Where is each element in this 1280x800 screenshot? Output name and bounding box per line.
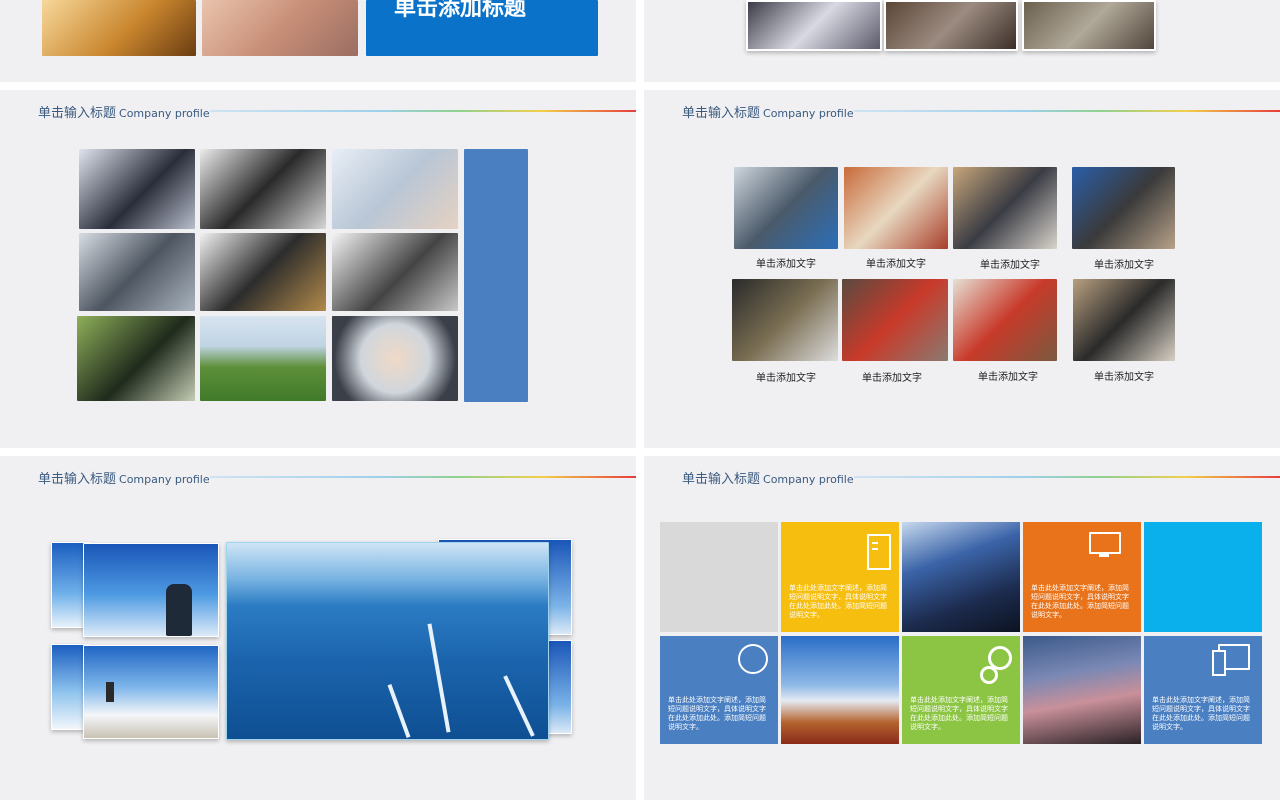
monitor-icon: [1089, 532, 1121, 554]
slide-title: 单击输入标题 Company profile: [38, 472, 210, 487]
shelf-photo-6: [842, 279, 948, 361]
caption-4: 单击添加文字: [1094, 260, 1154, 271]
slide-thumbnail-4[interactable]: 单击输入标题 Company profile 单击添加文字 单击添加文字 单击添加…: [644, 90, 1280, 448]
celebration-photo: [200, 233, 326, 311]
steel-blue-tile-2: 单击此处添加文字阐述，添加简短问题说明文字，具体说明文字在此处添加此处。添加简短…: [1144, 636, 1262, 744]
caption-8: 单击添加文字: [1094, 372, 1154, 383]
slide-title: 单击输入标题 Company profile: [682, 472, 854, 487]
monitor-stand-icon: [1099, 554, 1109, 557]
slide-title: 单击输入标题 Company profile: [682, 106, 854, 121]
gray-tile: [660, 522, 778, 632]
shelf-photo-5: [732, 279, 838, 361]
title-divider: [854, 110, 1280, 112]
caption-5: 单击添加文字: [756, 373, 816, 384]
screens-front-icon: [1212, 650, 1226, 676]
businessman-binoculars-photo: [83, 543, 219, 637]
tug-of-war-photo: [200, 316, 326, 401]
team-portrait-photo: [77, 316, 195, 401]
landmark-sky-tile: [781, 636, 899, 744]
steel-blue-tile-1-text: 单击此处添加文字阐述，添加简短问题说明文字，具体说明文字在此处添加此处。添加简短…: [668, 696, 766, 731]
hiker-silhouette: [106, 682, 114, 702]
shelf-photo-2: [844, 167, 948, 249]
title-banner[interactable]: 单击添加标题: [366, 0, 598, 56]
blue-accent-bar: [464, 149, 528, 402]
steel-blue-tile-1: 单击此处添加文字阐述，添加简短问题说明文字，具体说明文字在此处添加此处。添加简短…: [660, 636, 778, 744]
caption-6: 单击添加文字: [862, 373, 922, 384]
shelf-photo-7: [953, 279, 1057, 361]
shelf-photo-4: [1072, 167, 1175, 249]
boat-wake-2: [387, 684, 411, 738]
yellow-tile-text: 单击此处添加文字阐述，添加简短问题说明文字，具体说明文字在此处添加此处。添加简短…: [789, 584, 887, 619]
meeting-photo-3: [1022, 0, 1156, 51]
meeting-photo-2: [884, 0, 1018, 51]
calculator-photo: [332, 149, 458, 229]
business-discussion-photo: [200, 149, 326, 229]
chess-photo: [42, 0, 196, 56]
orange-tile: 单击此处添加文字阐述，添加简短问题说明文字，具体说明文字在此处添加此处。添加简短…: [1023, 522, 1141, 632]
meeting-photo-1: [746, 0, 882, 51]
yellow-tile: 单击此处添加文字阐述，添加简短问题说明文字，具体说明文字在此处添加此处。添加简短…: [781, 522, 899, 632]
boat-wake-3: [503, 675, 535, 737]
cyan-tile: [1144, 522, 1262, 632]
rowing-boats-sea-photo: [226, 542, 549, 740]
title-divider: [210, 110, 636, 112]
slide-thumbnail-1[interactable]: 单击添加标题: [0, 0, 636, 82]
title-divider: [210, 476, 636, 478]
gears-small-icon: [980, 666, 998, 684]
caption-7: 单击添加文字: [978, 372, 1038, 383]
businessman-silhouette: [166, 584, 192, 636]
slide-thumbnail-3[interactable]: 单击输入标题 Company profile: [0, 90, 636, 448]
hiker-clouds-photo: [83, 645, 219, 739]
title-divider: [854, 476, 1280, 478]
caption-2: 单击添加文字: [866, 259, 926, 270]
slide-title: 单击输入标题 Company profile: [38, 106, 210, 121]
caption-1: 单击添加文字: [756, 259, 816, 270]
green-tile: 单击此处添加文字阐述，添加简短问题说明文字，具体说明文字在此处添加此处。添加简短…: [902, 636, 1020, 744]
boardroom-photo: [332, 233, 458, 311]
skyscraper-tile: [902, 522, 1020, 632]
shelf-photo-1: [734, 167, 838, 249]
shelf-photo-3: [953, 167, 1057, 249]
huddle-photo: [332, 316, 458, 401]
slide-thumbnail-6[interactable]: 单击输入标题 Company profile 单击此处添加文字阐述，添加简短问题说…: [644, 456, 1280, 800]
slide-thumbnail-2[interactable]: [644, 0, 1280, 82]
banner-title: 单击添加标题: [394, 0, 527, 21]
globe-icon: [738, 644, 768, 674]
shelf-photo-8: [1073, 279, 1175, 361]
caption-3: 单击添加文字: [980, 260, 1040, 271]
boat-wake-1: [427, 623, 451, 733]
orange-tile-text: 单击此处添加文字阐述，添加简短问题说明文字，具体说明文字在此处添加此处。添加简短…: [1031, 584, 1129, 619]
conference-room-photo: [79, 233, 195, 311]
slide-thumbnail-5[interactable]: 单击输入标题 Company profile: [0, 456, 636, 800]
climber-sunset-tile: [1023, 636, 1141, 744]
teamwork-hands-photo: [202, 0, 358, 56]
steel-blue-tile-2-text: 单击此处添加文字阐述，添加简短问题说明文字，具体说明文字在此处添加此处。添加简短…: [1152, 696, 1250, 731]
office-team-photo: [79, 149, 195, 229]
document-icon: [867, 534, 891, 570]
green-tile-text: 单击此处添加文字阐述，添加简短问题说明文字，具体说明文字在此处添加此处。添加简短…: [910, 696, 1008, 731]
